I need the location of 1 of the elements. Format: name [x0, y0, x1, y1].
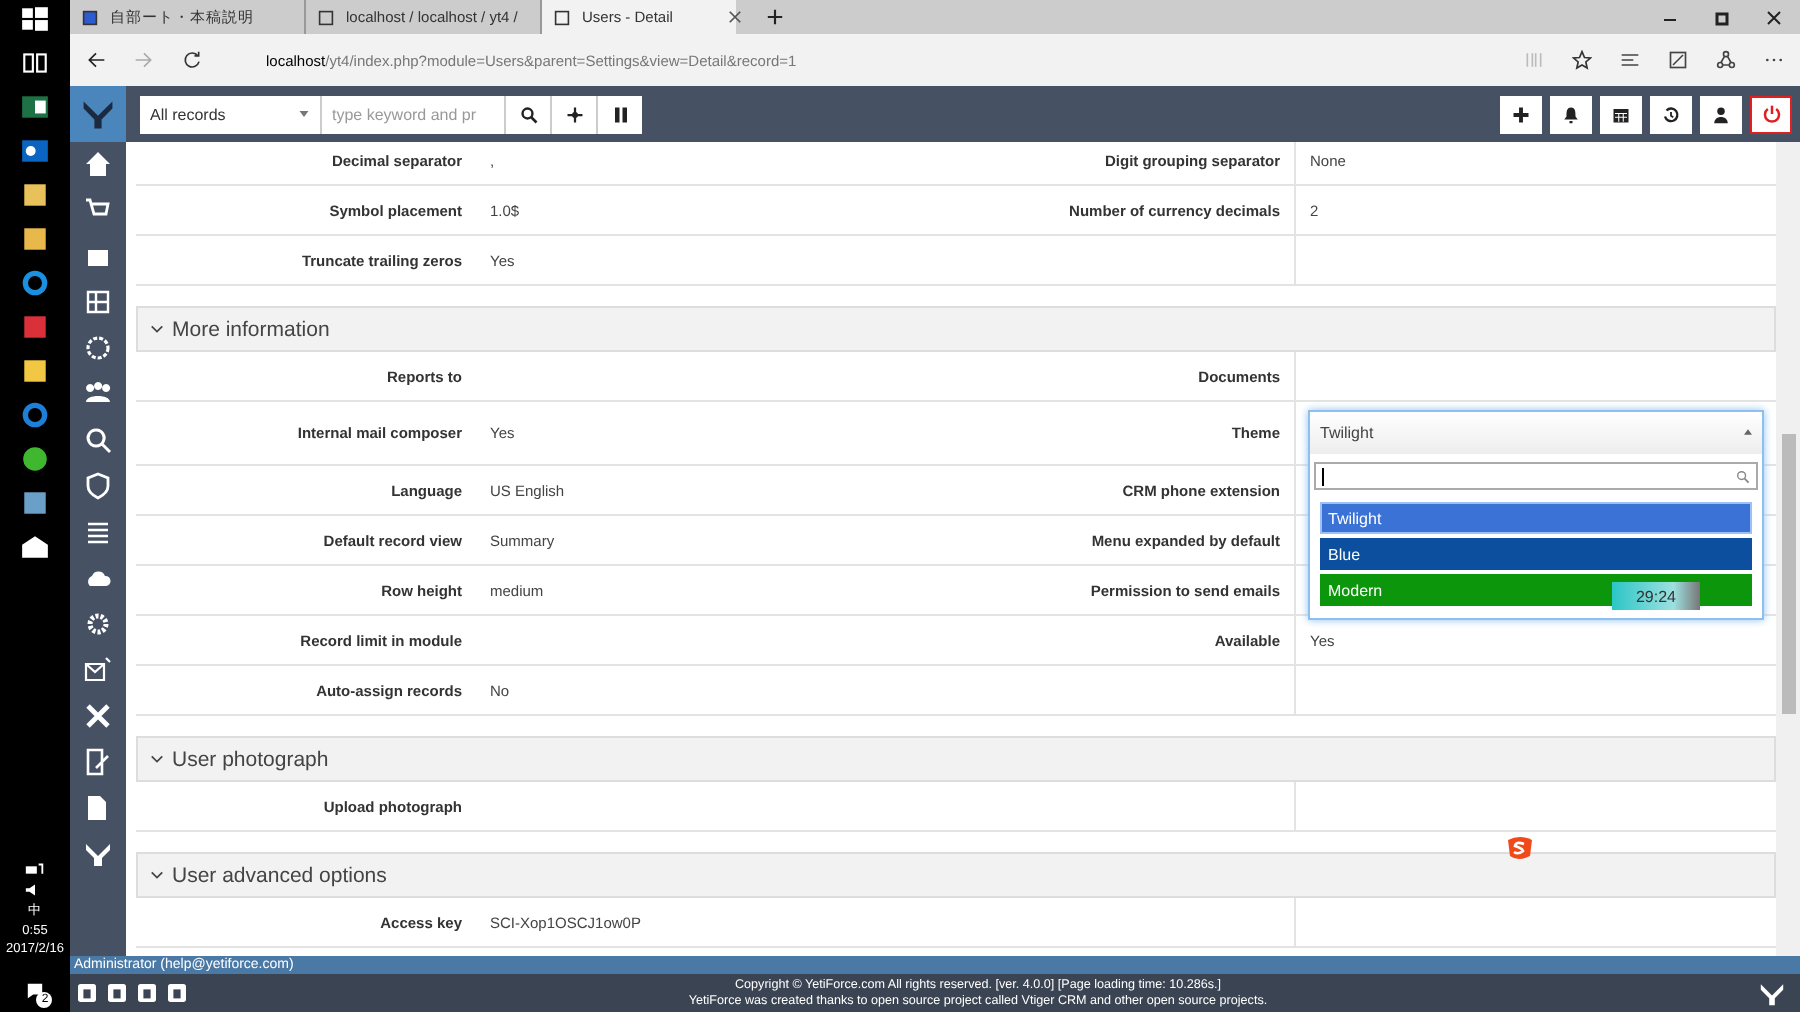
timer-toast: 29:24	[1612, 582, 1700, 610]
